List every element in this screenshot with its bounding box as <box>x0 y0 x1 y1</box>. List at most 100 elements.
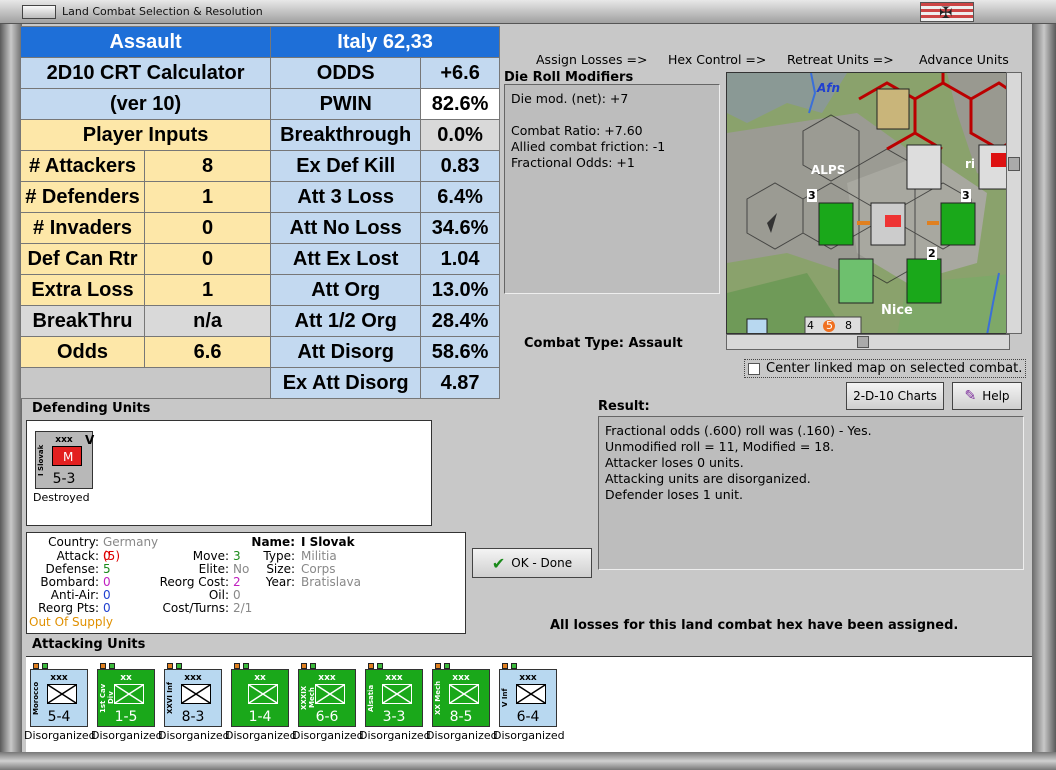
crt-input-value[interactable]: 8 <box>143 150 272 182</box>
unit-type-icon <box>449 684 479 704</box>
crt-output-value: 34.6% <box>420 212 500 244</box>
attacker-counter[interactable]: xxx XXVI Inf 8-3 <box>164 663 222 727</box>
map-label-edge: ri <box>965 157 976 171</box>
info-country: Germany <box>103 535 159 549</box>
attacker-status: Disorganized <box>158 729 230 742</box>
info-cost: 2/1 <box>233 601 253 615</box>
die-roll-line: Die mod. (net): +7 <box>511 91 629 106</box>
linked-map[interactable]: Afn ALPS Nice 4 5 8 3 3 2 ri <box>726 72 1022 334</box>
unit-type-icon <box>315 684 345 704</box>
result-title: Result: <box>598 399 650 414</box>
all-losses-message: All losses for this land combat hex have… <box>550 618 959 633</box>
unit-status-dots <box>234 663 249 669</box>
unit-strength: 6-6 <box>315 709 339 725</box>
crt-output-label: Ex Def Kill <box>270 150 422 182</box>
unit-strength: 1-4 <box>248 709 272 725</box>
attacker-status: Disorganized <box>493 729 565 742</box>
crt-output-label: Att 3 Loss <box>270 181 422 213</box>
crt-input-label: # Attackers <box>20 150 145 182</box>
title-bar: Land Combat Selection & Resolution <box>0 0 1056 24</box>
unit-status-dots <box>100 663 115 669</box>
attacker-counter[interactable]: xxx XX Mech 8-5 <box>432 663 490 727</box>
info-reorg: 0 <box>103 601 111 615</box>
checkbox-box[interactable] <box>748 362 760 375</box>
info-size: Corps <box>301 562 336 576</box>
crt-output-value: 13.0% <box>420 274 500 306</box>
crt-input-value[interactable]: 1 <box>143 274 272 306</box>
charts-button[interactable]: 2-D-10 Charts <box>846 382 944 410</box>
unit-status-dots <box>368 663 383 669</box>
crt-output-value: +6.6 <box>420 57 500 89</box>
unit-strength: 5-4 <box>47 709 71 725</box>
defending-units-box: xxx I Slovak M 5-3 V Destroyed <box>26 420 432 526</box>
crt-empty-cell <box>19 367 272 399</box>
result-line: Attacking units are disorganized. <box>605 471 811 486</box>
help-button[interactable]: ✎ Help <box>952 382 1022 410</box>
crt-input-value[interactable]: 0 <box>143 212 272 244</box>
step-hex-control[interactable]: Hex Control => <box>668 52 766 67</box>
info-supply: Out Of Supply <box>29 615 113 629</box>
step-advance-units[interactable]: Advance Units <box>919 52 1009 67</box>
map-label-afn: Afn <box>817 81 841 95</box>
attacker-status: Disorganized <box>292 729 364 742</box>
attacker-counter[interactable]: xxx V Inf 6-4 <box>499 663 557 727</box>
attacker-counter[interactable]: xxx Alsatia 3-3 <box>365 663 423 727</box>
result-line: Unmodified roll = 11, Modified = 18. <box>605 439 835 454</box>
window-frame-bottom <box>0 752 1056 770</box>
crt-output-value: 58.6% <box>420 336 500 368</box>
crt-output-value: 0.83 <box>420 150 500 182</box>
scroll-thumb[interactable] <box>857 336 869 348</box>
info-label: Country: <box>48 535 99 549</box>
result-panel: Fractional odds (.600) roll was (.160) -… <box>598 416 1024 570</box>
scroll-thumb[interactable] <box>1008 157 1020 171</box>
crt-input-value[interactable]: 0 <box>143 243 272 275</box>
map-scrollbar-vertical[interactable] <box>1006 72 1022 334</box>
map-stack-count: 3 <box>961 189 971 202</box>
crt-version: (ver 10) <box>19 88 272 120</box>
step-retreat-units[interactable]: Retreat Units => <box>787 52 894 67</box>
attacker-counter[interactable]: xxx XXXIX Mech 6-6 <box>298 663 356 727</box>
map-stack-count: 3 <box>807 189 817 202</box>
step-assign-losses[interactable]: Assign Losses => <box>536 52 647 67</box>
unit-type-icon <box>516 684 546 704</box>
info-move: 3 <box>233 549 241 563</box>
map-scrollbar-horizontal[interactable] <box>726 334 1010 350</box>
crt-input-label: # Defenders <box>20 181 145 213</box>
map-stack-count: 8 <box>845 319 852 332</box>
unit-type-icon <box>248 684 278 704</box>
info-reorgcost: 2 <box>233 575 241 589</box>
die-roll-line: Fractional Odds: +1 <box>511 155 635 170</box>
crt-output-value: 6.4% <box>420 181 500 213</box>
center-map-checkbox[interactable]: Center linked map on selected combat. <box>744 359 1027 378</box>
crt-output-value: 28.4% <box>420 305 500 337</box>
crt-input-label: Odds <box>20 336 145 368</box>
unit-size: xx <box>254 673 266 683</box>
unit-type-icon <box>114 684 144 704</box>
crt-output-label: Breakthrough <box>270 119 422 151</box>
ok-done-button[interactable]: ✔ OK - Done <box>472 548 592 578</box>
attacking-units-box: xxx Morocco 5-4 Disorganized xx 1st Cav Div 1-… <box>24 656 1032 752</box>
unit-marker: V <box>85 433 95 447</box>
unit-info-panel: Country: Germany Attack: 0 (5) Defense: … <box>26 532 466 634</box>
crt-output-label: Ex Att Disorg <box>270 367 422 399</box>
unit-strength: 3-3 <box>382 709 406 725</box>
militia-icon: M <box>52 446 82 466</box>
unit-strength: 5-3 <box>52 471 76 487</box>
combat-type-label: Combat Type: <box>524 336 624 351</box>
info-label: Type: <box>263 549 295 563</box>
attacker-status: Disorganized <box>359 729 431 742</box>
crt-input-value[interactable]: 1 <box>143 181 272 213</box>
unit-status-dots <box>301 663 316 669</box>
unit-status-dots <box>33 663 48 669</box>
crt-header-location: Italy 62,33 <box>270 26 500 58</box>
info-label: Defense: <box>45 562 99 576</box>
attacker-counter[interactable]: xxx Morocco 5-4 <box>30 663 88 727</box>
nation-flag-icon <box>920 2 974 22</box>
die-roll-line: Allied combat friction: -1 <box>511 139 666 154</box>
attacker-counter[interactable]: xx 1-4 <box>231 663 289 727</box>
map-stack-count: 5 <box>826 319 833 332</box>
attacker-counter[interactable]: xx 1st Cav Div 1-5 <box>97 663 155 727</box>
window-frame-left <box>0 24 22 770</box>
system-menu-button[interactable] <box>22 5 56 19</box>
info-label: Bombard: <box>40 575 99 589</box>
